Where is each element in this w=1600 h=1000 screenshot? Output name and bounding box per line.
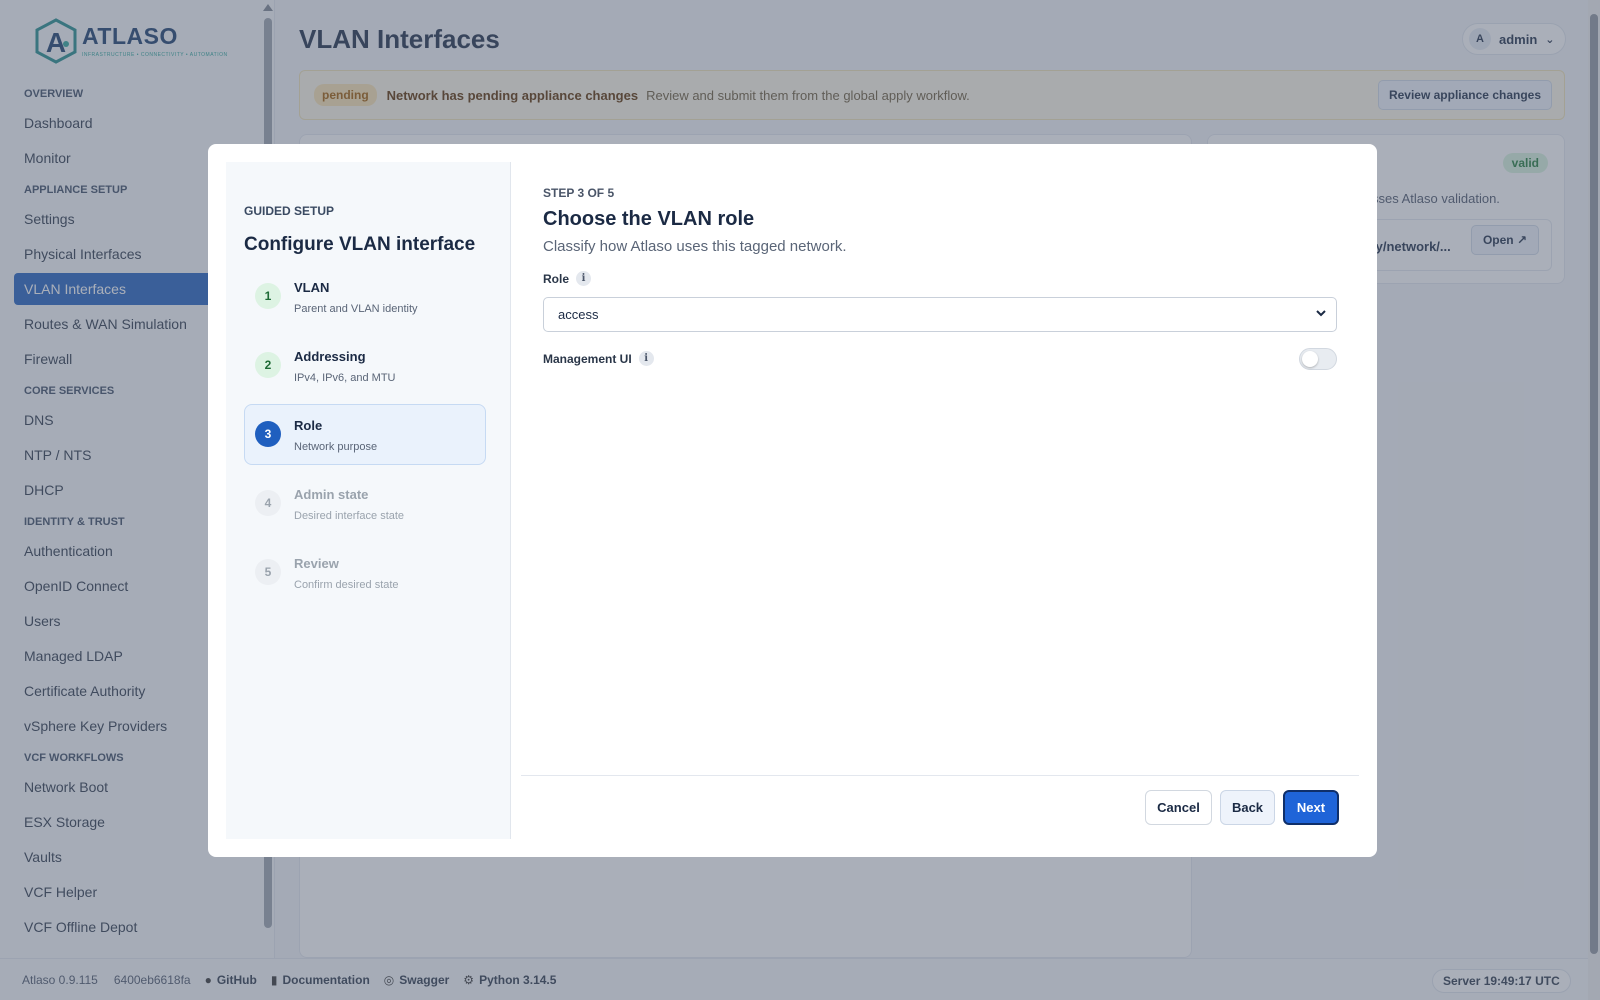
step-description: IPv4, IPv6, and MTU: [294, 372, 396, 384]
cancel-button[interactable]: Cancel: [1145, 790, 1212, 825]
step-number-badge: 1: [255, 283, 281, 309]
step-subtitle: Classify how Atlaso uses this tagged net…: [543, 238, 847, 255]
step-label: Role: [294, 418, 323, 433]
info-icon[interactable]: i: [638, 351, 654, 366]
wizard-step-addressing[interactable]: 2 Addressing IPv4, IPv6, and MTU: [244, 335, 486, 396]
guided-setup-label: GUIDED SETUP: [244, 204, 335, 218]
step-counter: STEP 3 OF 5: [543, 186, 615, 200]
next-button[interactable]: Next: [1283, 790, 1339, 825]
step-number-badge: 5: [255, 559, 281, 585]
step-number-badge: 4: [255, 490, 281, 516]
vlan-wizard-modal: GUIDED SETUP Configure VLAN interface 1V…: [208, 144, 1377, 857]
management-ui-field-label: Management UI i: [543, 351, 654, 366]
step-description: Network purpose: [294, 441, 378, 453]
info-icon[interactable]: i: [576, 271, 592, 286]
step-description: Parent and VLAN identity: [294, 303, 418, 315]
step-number-badge: 2: [255, 352, 281, 378]
wizard-title: Configure VLAN interface: [244, 234, 476, 255]
step-label: Admin state: [294, 487, 369, 502]
wizard-step-review: 5 Review Confirm desired state: [244, 542, 486, 603]
role-field-label: Role i: [543, 271, 592, 286]
role-select[interactable]: access: [543, 297, 1337, 332]
role-select-value: access: [558, 307, 599, 322]
step-number-badge: 3: [255, 421, 281, 447]
chevron-down-icon: [1316, 310, 1326, 317]
step-label: Addressing: [294, 349, 366, 364]
management-ui-label-text: Management UI: [543, 351, 632, 366]
step-title: Choose the VLAN role: [543, 208, 755, 230]
wizard-step-vlan[interactable]: 1 VLAN Parent and VLAN identity: [244, 266, 486, 327]
role-label-text: Role: [543, 271, 570, 286]
step-description: Desired interface state: [294, 510, 405, 522]
wizard-steps-panel: GUIDED SETUP Configure VLAN interface 1V…: [226, 162, 511, 839]
step-label: Review: [294, 556, 339, 571]
wizard-step-list: 1 VLAN Parent and VLAN identity 2 Addressing…: [244, 266, 486, 611]
wizard-step-admin-state: 4 Admin state Desired interface state: [244, 473, 486, 534]
back-button[interactable]: Back: [1220, 790, 1275, 825]
wizard-step-role[interactable]: 3 Role Network purpose: [244, 404, 486, 465]
footer-divider: [521, 775, 1359, 776]
step-description: Confirm desired state: [294, 579, 399, 591]
management-ui-toggle[interactable]: [1299, 348, 1337, 370]
step-label: VLAN: [294, 280, 330, 295]
toggle-knob: [1302, 351, 1318, 367]
